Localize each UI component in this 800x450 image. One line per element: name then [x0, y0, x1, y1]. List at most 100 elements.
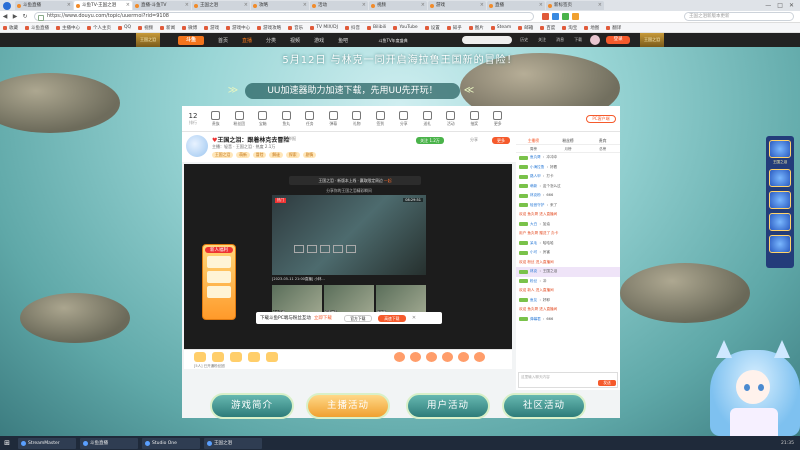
gift-icon[interactable]: [458, 352, 469, 362]
chat-username[interactable]: 大白: [530, 220, 537, 230]
event-bar[interactable]: 王国之泪 · 新版本上线 · 赢取限定周边 一起: [289, 176, 421, 185]
featured-video[interactable]: 热门 08:29:51: [272, 195, 426, 275]
tab-total[interactable]: 总榜: [585, 145, 620, 152]
nav-home[interactable]: 首页: [218, 37, 228, 44]
tab-week[interactable]: 周榜: [516, 145, 551, 152]
nav-fishbar[interactable]: 鱼吧: [338, 37, 348, 44]
toolbar-tool[interactable]: 分享: [392, 110, 416, 127]
chat-message[interactable]: 小海拉鲁 ：好看: [516, 163, 620, 173]
toolbar-tool[interactable]: 活动: [439, 110, 463, 127]
chat-username[interactable]: 呆毛: [530, 239, 537, 249]
browser-tab[interactable]: 斗鱼TV-王国之泪 ×: [74, 1, 132, 10]
toolbar-tool[interactable]: 签到: [369, 110, 393, 127]
share-button[interactable]: 分享: [470, 137, 478, 143]
close-tab-icon[interactable]: ×: [598, 1, 602, 10]
side-panel[interactable]: 王国之泪: [766, 136, 794, 268]
gift-icon[interactable]: [212, 352, 224, 362]
toolbar-tool[interactable]: 任务: [298, 110, 322, 127]
chat-message[interactable]: 呆毛 ：哈哈哈: [516, 239, 620, 249]
browser-tab[interactable]: 王国之泪 ×: [192, 1, 250, 10]
bookmark-item[interactable]: 微博: [179, 25, 201, 31]
browser-tab[interactable]: 活动 ×: [310, 1, 368, 10]
video-thumbnail[interactable]: 左右互搏: [272, 285, 322, 315]
browser-tab[interactable]: 直播-斗鱼TV ×: [133, 1, 191, 10]
header-promo[interactable]: 斗鱼TV年度盛典: [368, 38, 418, 43]
official-download-button[interactable]: 官方下载: [343, 314, 372, 322]
nav-game[interactable]: 游戏: [314, 37, 324, 44]
video-thumbnail[interactable]: 探索神庙: [324, 285, 374, 315]
room-tag[interactable]: 萌新: [236, 152, 250, 158]
toolbar-tool[interactable]: 粉丝团: [228, 110, 252, 127]
maximize-icon[interactable]: □: [777, 2, 783, 9]
download-icon[interactable]: 下载: [574, 37, 582, 43]
chat-message[interactable]: 萌新 ：这个怎么过: [516, 182, 620, 192]
bookmark-item[interactable]: YouTube: [390, 25, 421, 30]
close-tab-icon[interactable]: ×: [362, 1, 366, 10]
chat-username[interactable]: 鱼友: [530, 296, 537, 306]
back-icon[interactable]: ◀: [0, 13, 10, 20]
bookmark-item[interactable]: 斗鱼直播: [22, 25, 53, 31]
banner-subtitle[interactable]: UU加速器助力加速下载，先用UU先开玩！: [245, 83, 460, 99]
close-icon[interactable]: ✕: [412, 315, 416, 321]
browser-search-input[interactable]: 王国之泪新版本更新: [684, 12, 794, 21]
chat-message[interactable]: 小可 ：厉害: [516, 248, 620, 258]
toolbar-tool[interactable]: 更多: [486, 110, 510, 127]
gift-icon[interactable]: [394, 352, 405, 362]
browser-tab[interactable]: 视频 ×: [369, 1, 427, 10]
bookmark-item[interactable]: 设置: [422, 25, 444, 31]
newcomer-promo[interactable]: 新人福利: [202, 244, 236, 320]
more-button[interactable]: 更多: [492, 137, 510, 144]
chat-username[interactable]: 林克粉: [530, 191, 541, 201]
chat-username[interactable]: 林克: [530, 267, 537, 277]
bookmark-item[interactable]: Bilibili: [364, 25, 390, 30]
room-tag[interactable]: 探索: [285, 152, 300, 158]
bookmark-item[interactable]: 游戏: [201, 25, 223, 31]
taskbar-app[interactable]: StreamMaster: [18, 437, 76, 449]
close-tab-icon[interactable]: ×: [67, 1, 71, 10]
room-tag[interactable]: 王国之泪: [212, 152, 234, 158]
toolbar-tool[interactable]: 贵族: [204, 110, 228, 127]
gift-icon[interactable]: [230, 352, 242, 362]
close-icon[interactable]: ✕: [789, 2, 794, 9]
bookmark-item[interactable]: 图片: [466, 25, 488, 31]
minimize-icon[interactable]: —: [765, 2, 771, 9]
chat-message[interactable]: 弹幕君 ：666: [516, 315, 620, 325]
video-caption[interactable]: [2023-05-11 21:00直播] 小林...: [272, 277, 426, 283]
bookmark-item[interactable]: 抖音: [342, 25, 364, 31]
bookmark-item[interactable]: 视频: [135, 25, 157, 31]
close-tab-icon[interactable]: ×: [539, 1, 543, 10]
bookmark-item[interactable]: 地图: [581, 25, 603, 31]
browser-tab[interactable]: 新标签页 ×: [546, 1, 604, 10]
activity-button[interactable]: 用户活动: [406, 393, 490, 419]
chat-message[interactable]: 欢迎 新人 进入直播间: [516, 286, 620, 296]
report-link[interactable]: 举报: [288, 136, 296, 142]
history-icon[interactable]: 历史: [520, 37, 528, 43]
bookmark-item[interactable]: 邮箱: [515, 25, 537, 31]
browser-tab[interactable]: 斗鱼直播 ×: [15, 1, 73, 10]
site-logo[interactable]: 斗鱼: [178, 35, 204, 45]
chat-message[interactable]: 轻音守护 ：来了: [516, 201, 620, 211]
url-field[interactable]: https://www.douyu.com/topic/uuerrnoi?rid…: [34, 12, 534, 21]
follow-button[interactable]: 关注 1.2万: [416, 137, 444, 144]
tab-fan-rank[interactable]: 粉丝榜: [551, 138, 586, 144]
chat-username[interactable]: 弹幕君: [530, 315, 541, 325]
video-thumbnail[interactable]: 新技能: [376, 285, 426, 315]
gift-icon[interactable]: [248, 352, 260, 362]
tab-month[interactable]: 月榜: [551, 145, 586, 152]
message-icon[interactable]: 消息: [556, 37, 564, 43]
bookmark-item[interactable]: 音乐: [285, 25, 307, 31]
bookmark-item[interactable]: 知乎: [444, 25, 466, 31]
bookmark-item[interactable]: TV MIX/DJ: [307, 25, 342, 30]
bookmark-item[interactable]: 游戏攻略: [254, 25, 285, 31]
chat-username[interactable]: 小海拉鲁: [530, 163, 544, 173]
close-tab-icon[interactable]: ×: [480, 1, 484, 10]
close-tab-icon[interactable]: ×: [303, 1, 307, 10]
chat-message[interactable]: 欢迎 鱼丸哥 进入直播间: [516, 305, 620, 315]
chat-message[interactable]: 欢迎 粉丝 进入直播间: [516, 258, 620, 268]
extension-icon[interactable]: [542, 13, 549, 20]
forward-icon[interactable]: ▶: [10, 13, 20, 20]
taskbar-app[interactable]: 王国之泪: [204, 437, 262, 449]
anchor-avatar[interactable]: [186, 135, 208, 157]
bookmark-item[interactable]: 收藏: [0, 25, 22, 31]
chat-username[interactable]: 路人甲: [530, 172, 541, 182]
